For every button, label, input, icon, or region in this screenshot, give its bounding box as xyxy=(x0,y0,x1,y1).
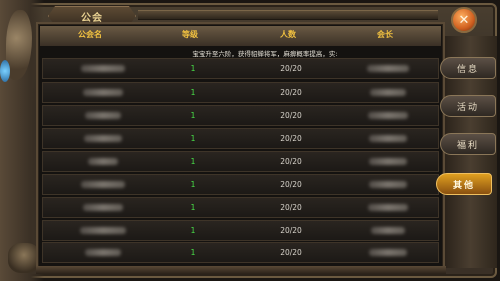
table-row[interactable]: 1 20/20 xyxy=(42,174,439,195)
scrolling-notice: 宝宝升至六阶，获得貂蝉将军，麻痹概率提高，实: xyxy=(192,50,338,58)
guild-level: 1 xyxy=(190,111,196,120)
guild-name-blurred xyxy=(81,181,125,188)
guild-member-count: 20/20 xyxy=(280,157,302,166)
guild-level: 1 xyxy=(190,64,196,73)
header-leader: 会长 xyxy=(377,30,393,39)
table-row[interactable]: 1 20/20 xyxy=(42,105,439,126)
guild-member-count: 20/20 xyxy=(280,180,302,189)
table-row[interactable]: 1 20/20 xyxy=(42,220,439,241)
table-header: 公会名 等级 人数 会长 xyxy=(40,26,441,46)
table-row[interactable]: 1 20/20 xyxy=(42,58,439,79)
guild-member-count: 20/20 xyxy=(280,203,302,212)
guild-leader-blurred xyxy=(370,89,406,96)
close-icon: ✕ xyxy=(458,12,470,28)
guild-member-count: 20/20 xyxy=(280,64,302,73)
guild-leader-blurred xyxy=(369,135,407,142)
guild-member-count: 20/20 xyxy=(280,134,302,143)
table-row[interactable]: 1 20/20 xyxy=(42,197,439,218)
guild-leader-blurred xyxy=(369,249,407,256)
guild-level: 1 xyxy=(190,203,196,212)
table-row[interactable]: 1 20/20 xyxy=(42,151,439,172)
guild-member-count: 20/20 xyxy=(280,248,302,257)
guild-level: 1 xyxy=(190,134,196,143)
guild-level: 1 xyxy=(190,226,196,235)
guild-name-blurred xyxy=(81,65,125,72)
guild-name-blurred xyxy=(85,249,121,256)
guild-leader-blurred xyxy=(369,181,407,188)
guild-name-blurred xyxy=(80,227,126,234)
guild-name-blurred xyxy=(88,158,118,165)
guild-level: 1 xyxy=(190,157,196,166)
guild-name-blurred xyxy=(84,135,122,142)
table-row[interactable]: 1 20/20 xyxy=(42,82,439,103)
table-row[interactable]: 1 20/20 xyxy=(42,128,439,149)
guild-name-blurred xyxy=(85,112,121,119)
side-tab-other[interactable]: 其他 xyxy=(436,173,492,195)
guild-leader-blurred xyxy=(367,65,409,72)
table-row[interactable]: 1 20/20 xyxy=(42,242,439,263)
gem-icon xyxy=(0,60,10,82)
guild-leader-blurred xyxy=(371,227,405,234)
guild-member-count: 20/20 xyxy=(280,111,302,120)
close-button[interactable]: ✕ xyxy=(451,7,477,33)
guild-leader-blurred xyxy=(368,204,408,211)
guild-leader-blurred xyxy=(368,112,408,119)
guild-level: 1 xyxy=(190,180,196,189)
side-tab-welfare[interactable]: 福利 xyxy=(440,133,496,155)
guild-leader-blurred xyxy=(369,158,407,165)
bottom-border-bar xyxy=(36,266,446,274)
guild-member-count: 20/20 xyxy=(280,226,302,235)
header-members: 人数 xyxy=(280,30,296,39)
guild-list-panel: 公会名 等级 人数 会长 宝宝升至六阶，获得貂蝉将军，麻痹概率提高，实: 1 20… xyxy=(36,22,445,270)
header-guild-name: 公会名 xyxy=(78,30,102,39)
side-tab-info[interactable]: 信息 xyxy=(440,57,496,79)
guild-name-blurred xyxy=(83,204,123,211)
header-level: 等级 xyxy=(182,30,198,39)
side-tab-activity[interactable]: 活动 xyxy=(440,95,496,117)
top-border-bar xyxy=(138,10,438,20)
guild-level: 1 xyxy=(190,248,196,257)
guild-member-count: 20/20 xyxy=(280,88,302,97)
guild-level: 1 xyxy=(190,88,196,97)
guild-name-blurred xyxy=(83,89,123,96)
